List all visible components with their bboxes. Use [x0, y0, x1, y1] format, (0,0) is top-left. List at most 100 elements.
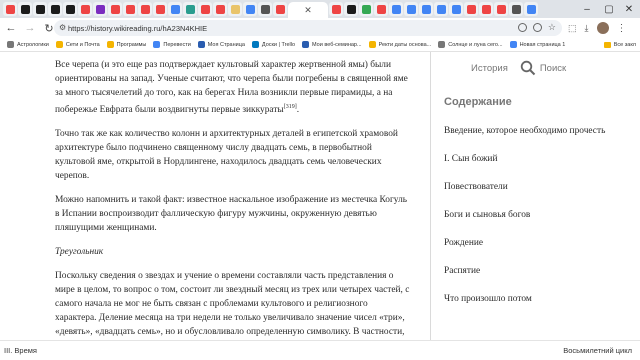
maximize-icon[interactable]: ▢ [598, 0, 620, 18]
footnote-link[interactable]: [319] [284, 104, 297, 110]
close-tab-icon[interactable]: ✕ [304, 5, 312, 16]
browser-tab[interactable] [108, 2, 122, 16]
bookmark-item[interactable]: Новая страница 1 [509, 41, 565, 48]
browser-tab[interactable] [273, 2, 287, 16]
all-bookmarks[interactable]: Все закл [599, 38, 636, 51]
browser-tab[interactable] [48, 2, 62, 16]
bookmark-icon [509, 41, 517, 48]
bookmarks-list: Астрологики Сети и Почта Программы Перевест… [0, 41, 565, 48]
bookmark-label: Сети и Почта [65, 41, 100, 48]
browser-tab[interactable] [213, 2, 227, 16]
browser-tab[interactable] [419, 2, 433, 16]
toc-item[interactable]: Боги и сыновья богов [444, 208, 624, 222]
back-icon[interactable]: ← [3, 20, 19, 36]
toc-sidebar: История Поиск Содержание Введение, котор… [431, 52, 640, 340]
browser-tab[interactable] [153, 2, 167, 16]
minimize-icon[interactable]: – [576, 0, 598, 18]
tab-favicon-icon [406, 4, 416, 14]
bookmark-item[interactable]: Ректи даты основа... [368, 41, 432, 48]
browser-tab[interactable] [228, 2, 242, 16]
tab-favicon-icon [451, 4, 461, 14]
browser-tab[interactable] [168, 2, 182, 16]
tab-favicon-icon [331, 4, 341, 14]
search-button[interactable]: Поиск [520, 60, 566, 76]
avatar[interactable] [596, 22, 609, 34]
browser-tab[interactable] [479, 2, 493, 16]
history-link[interactable]: История [471, 63, 508, 74]
close-window-icon[interactable]: ✕ [618, 0, 640, 18]
paragraph-text: Все черепа (и это еще раз подтверждает к… [55, 60, 408, 116]
search-icon[interactable] [517, 23, 527, 32]
toc-item[interactable]: Повествователи [444, 180, 624, 194]
browser-tab[interactable] [449, 2, 463, 16]
bookmark-label: Программы [116, 41, 147, 48]
browser-tab[interactable] [3, 2, 17, 16]
tab-favicon-icon [155, 4, 165, 14]
extensions-icon[interactable]: ⬚ [568, 23, 577, 34]
browser-tab[interactable] [33, 2, 47, 16]
bookmark-item[interactable]: Программы [106, 41, 147, 48]
browser-tab[interactable] [509, 2, 523, 16]
tab-favicon-icon [346, 4, 356, 14]
tab-favicon-icon [275, 4, 285, 14]
eye-off-icon[interactable] [532, 23, 542, 32]
tab-favicon-icon [436, 4, 446, 14]
address-bar[interactable]: ⚙ https://history.wikireading.ru/hA23N4K… [54, 20, 562, 36]
bookmark-item[interactable]: Доски | Trello [251, 41, 295, 48]
paragraph-text-end: . [296, 105, 300, 116]
forward-icon[interactable]: → [22, 20, 38, 36]
tab-strip: ✕ [0, 0, 640, 18]
browser-tab[interactable] [198, 2, 212, 16]
browser-tab[interactable] [138, 2, 152, 16]
bookmark-item[interactable]: Мои веб-семинар... [302, 41, 362, 48]
browser-tab[interactable] [18, 2, 32, 16]
browser-tab[interactable] [344, 2, 358, 16]
bookmark-icon [7, 41, 14, 48]
bookmark-item[interactable]: Сети и Почта [55, 41, 100, 48]
active-tab[interactable]: ✕ [288, 2, 328, 18]
bookmark-item[interactable]: Солнце и луна сего... [438, 41, 503, 48]
browser-tab[interactable] [494, 2, 508, 16]
tab-favicon-icon [200, 4, 210, 14]
toc-item[interactable]: I. Сын божий [444, 152, 624, 166]
article-paragraph: Все черепа (и это еще раз подтверждает к… [55, 58, 410, 117]
browser-tab[interactable] [374, 2, 388, 16]
bookmark-label: Ректи даты основа... [378, 41, 432, 48]
bookmark-item[interactable]: Перевести [153, 41, 191, 48]
browser-tab[interactable] [183, 2, 197, 16]
tab-favicon-icon [361, 4, 371, 14]
star-icon[interactable]: ☆ [548, 23, 556, 32]
browser-tab[interactable] [63, 2, 77, 16]
browser-tab[interactable] [93, 2, 107, 16]
article-paragraph: Можно напомнить и такой факт: известное … [55, 195, 408, 234]
browser-tab[interactable] [78, 2, 92, 16]
browser-tab[interactable] [123, 2, 137, 16]
browser-tab[interactable] [258, 2, 272, 16]
browser-tab[interactable] [524, 2, 538, 16]
browser-tab[interactable] [434, 2, 448, 16]
bookmark-icon [153, 41, 161, 48]
tab-favicon-icon [140, 4, 150, 14]
toc-item[interactable]: Что произошло потом [444, 292, 624, 306]
browser-tab[interactable] [404, 2, 418, 16]
browser-tab[interactable] [359, 2, 373, 16]
site-info-icon[interactable]: ⚙ [59, 23, 66, 32]
menu-icon[interactable]: ⋮ [617, 23, 627, 34]
prev-chapter-link[interactable]: III. Время [4, 346, 37, 355]
toc-item[interactable]: Введение, которое необходимо прочесть [444, 124, 624, 138]
tab-favicon-icon [511, 4, 521, 14]
browser-tab[interactable] [389, 2, 403, 16]
toc-item[interactable]: Распятие [444, 264, 624, 278]
search-icon [520, 60, 536, 76]
section-subheading: Треугольник [55, 247, 104, 258]
downloads-icon[interactable]: ⤓ [585, 23, 589, 34]
browser-tab[interactable] [464, 2, 478, 16]
browser-tab[interactable] [243, 2, 257, 16]
toc-item[interactable]: Рождение [444, 236, 624, 250]
browser-tab[interactable] [329, 2, 343, 16]
bookmark-icon [368, 41, 376, 48]
next-chapter-link[interactable]: Восьмилетний цикл [563, 346, 632, 355]
bookmark-item[interactable]: Астрологики [7, 41, 49, 48]
url-text[interactable]: https://history.wikireading.ru/hA23N4KHI… [68, 24, 207, 33]
bookmark-item[interactable]: Моя Страница [197, 41, 245, 48]
